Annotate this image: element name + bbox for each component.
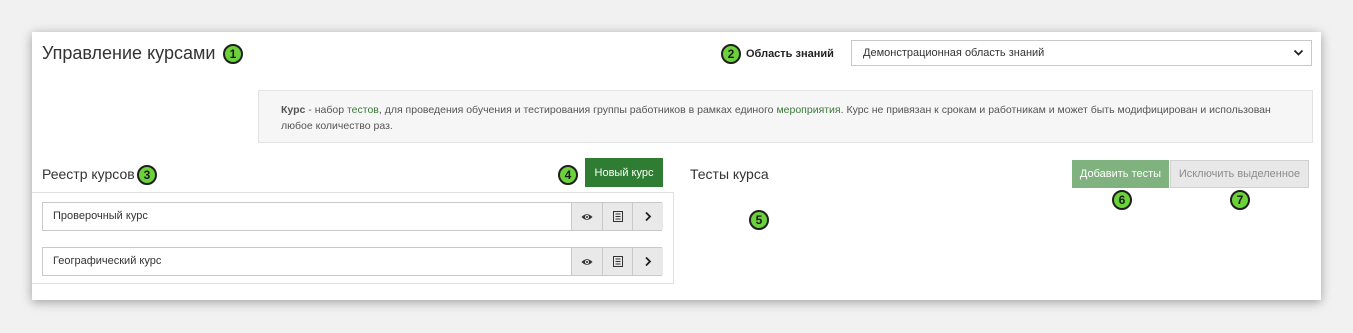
list-icon [613, 256, 623, 267]
event-link[interactable]: мероприятия [776, 104, 840, 116]
open-course-button[interactable] [632, 248, 663, 275]
chevron-right-icon [644, 211, 652, 222]
page-title: Управление курсами [42, 43, 216, 63]
exclude-selected-button[interactable]: Исключить выделенное [1170, 160, 1309, 188]
course-tests-title: Тесты курса [690, 166, 769, 182]
callout-badge-7: 7 [1230, 190, 1250, 210]
view-course-button[interactable] [571, 203, 602, 230]
callout-badge-6: 6 [1112, 190, 1132, 210]
knowledge-area-select[interactable]: Демонстрационная область знаний [851, 40, 1312, 66]
course-name: Географический курс [53, 255, 162, 267]
open-course-button[interactable] [632, 203, 663, 230]
course-row[interactable]: Проверочный курс [42, 202, 663, 231]
add-tests-button[interactable]: Добавить тесты [1072, 160, 1169, 188]
new-course-button[interactable]: Новый курс [585, 158, 663, 187]
knowledge-area-label: Область знаний [746, 48, 834, 60]
course-list: Проверочный курс Географический курс [32, 192, 674, 284]
view-course-button[interactable] [571, 248, 602, 275]
course-details-button[interactable] [602, 248, 633, 275]
course-details-button[interactable] [602, 203, 633, 230]
callout-badge-3: 3 [137, 165, 157, 185]
info-term: Курс [281, 104, 306, 116]
course-info-note: Курс - набор тестов, для проведения обуч… [258, 90, 1313, 143]
tests-link[interactable]: тестов [347, 104, 379, 116]
callout-badge-1: 1 [223, 44, 243, 64]
course-management-panel: Управление курсами 1 2 Область знаний Де… [32, 32, 1321, 300]
eye-icon [581, 257, 593, 267]
chevron-right-icon [644, 256, 652, 267]
list-icon [613, 211, 623, 222]
knowledge-area-value: Демонстрационная область знаний [863, 47, 1045, 59]
course-row[interactable]: Географический курс [42, 247, 663, 276]
info-text-1: - набор [305, 104, 347, 116]
eye-icon [581, 212, 593, 222]
course-registry-title: Реестр курсов [42, 166, 135, 182]
course-name: Проверочный курс [53, 210, 148, 222]
chevron-down-icon [1293, 41, 1304, 72]
info-text-2: , для проведения обучения и тестирования… [378, 104, 777, 116]
callout-badge-2: 2 [721, 44, 741, 64]
callout-badge-4: 4 [558, 165, 578, 185]
callout-badge-5: 5 [749, 210, 769, 230]
